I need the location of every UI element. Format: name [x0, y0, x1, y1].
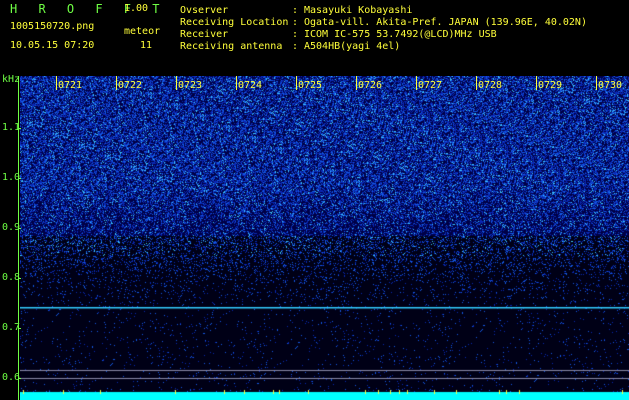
time-label-0728: 0728 — [478, 80, 503, 91]
time-tick-mark — [596, 76, 597, 90]
meteor-count: 11 — [140, 40, 153, 51]
location-value: Ogata-vill. Akita-Pref. JAPAN (139.96E, … — [304, 17, 587, 28]
time-tick-mark — [116, 76, 117, 90]
receiver-value: ICOM IC-575 53.7492(@LCD)MHz USB — [304, 29, 497, 40]
frequency-tick-mark — [18, 178, 21, 179]
time-tick-mark — [476, 76, 477, 90]
observer-value: Masayuki Kobayashi — [304, 5, 413, 16]
time-label-0725: 0725 — [298, 80, 323, 91]
time-label-0729: 0729 — [538, 80, 563, 91]
datetime: 10.05.15 07:20 — [10, 40, 95, 51]
time-label-0727: 0727 — [418, 80, 443, 91]
antenna-label: Receiving antenna — [180, 41, 283, 52]
frequency-tick-mark — [18, 328, 21, 329]
file-name: 1005150720.png — [10, 21, 95, 32]
frequency-tick-mark — [18, 378, 21, 379]
time-label-0723: 0723 — [178, 80, 203, 91]
frequency-tick-mark — [18, 228, 21, 229]
time-tick-mark — [416, 76, 417, 90]
observer-label: Ovserver — [180, 5, 229, 16]
time-label-0722: 0722 — [118, 80, 143, 91]
app-version: 1.00 — [124, 3, 149, 14]
frequency-tick-mark — [18, 128, 21, 129]
frequency-tick-mark — [18, 278, 21, 279]
meteor-label: meteor — [124, 26, 161, 37]
receiver-label: Receiver — [180, 29, 229, 40]
spectrogram — [20, 76, 629, 400]
location-colon: : — [292, 17, 299, 28]
time-label-0730: 0730 — [598, 80, 623, 91]
time-tick-mark — [176, 76, 177, 90]
receiver-colon: : — [292, 29, 299, 40]
time-tick-mark — [236, 76, 237, 90]
time-tick-mark — [536, 76, 537, 90]
location-label: Receiving Location — [180, 17, 289, 28]
antenna-colon: : — [292, 41, 299, 52]
time-label-0726: 0726 — [358, 80, 383, 91]
time-tick-mark — [356, 76, 357, 90]
time-label-0721: 0721 — [58, 80, 83, 91]
time-tick-mark — [56, 76, 57, 90]
header: H R O F F T 1.00 1005150720.png meteor 1… — [0, 0, 629, 76]
time-tick-mark — [296, 76, 297, 90]
time-label-0724: 0724 — [238, 80, 263, 91]
frequency-unit: kHz — [2, 74, 21, 85]
antenna-value: A504HB(yagi 4el) — [304, 41, 401, 52]
observer-colon: : — [292, 5, 299, 16]
